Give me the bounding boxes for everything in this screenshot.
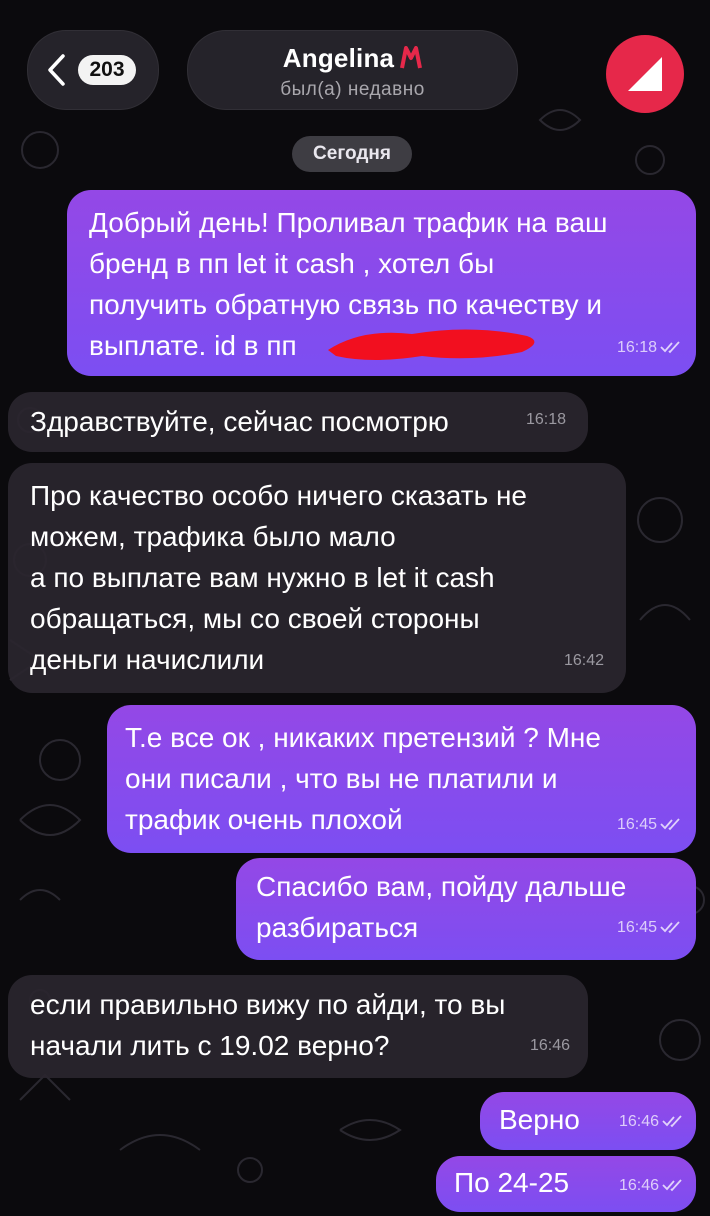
message-meta: 16:46 [619,1101,684,1142]
message-bubble-outgoing[interactable]: По 24-25 16:46 [436,1156,696,1212]
read-receipt-icon [662,1179,682,1192]
chat-title-header[interactable]: Angelina был(а) недавно [187,30,518,110]
contact-name: Angelina [188,43,517,74]
message-text: если правильно вижу по айди, то вы начал… [30,989,506,1061]
back-button[interactable]: 203 [27,30,159,110]
message-meta: 16:46 [619,1165,684,1206]
message-time: 16:46 [618,1177,659,1194]
message-text: Про качество особо ничего сказать не мож… [30,480,527,675]
message-meta: 16:18 [526,399,566,440]
chevron-left-icon [48,54,65,86]
contact-status: был(а) недавно [280,79,425,100]
avatar[interactable] [606,35,684,113]
message-meta: 16:46 [530,1025,570,1066]
brand-emoji-icon [400,46,423,69]
message-bubble-outgoing[interactable]: Верно 16:46 [480,1092,696,1150]
message-text: Спасибо вам, пойду дальше разбираться [256,871,627,943]
message-bubble-outgoing[interactable]: Спасибо вам, пойду дальше разбираться 16… [236,858,696,960]
message-meta: 16:18 [617,327,682,368]
message-time: 16:46 [618,1113,659,1130]
message-meta: 16:42 [564,640,604,681]
contact-name-text: Angelina [282,43,395,73]
message-time: 16:18 [616,339,657,356]
brand-logo-icon [628,57,662,91]
message-bubble-incoming[interactable]: Про качество особо ничего сказать не мож… [8,463,626,693]
message-text: Здравствуйте, сейчас посмотрю [30,406,449,437]
message-bubble-outgoing[interactable]: Т.е все ок , никаких претензий ? Мне они… [107,705,696,853]
date-separator: Сегодня [292,136,412,172]
message-bubble-outgoing[interactable]: Добрый день! Проливал трафик на ваш брен… [67,190,696,376]
message-text: Т.е все ок , никаких претензий ? Мне они… [125,722,601,835]
redaction-mark [328,329,535,360]
message-bubble-incoming[interactable]: Здравствуйте, сейчас посмотрю 16:18 [8,392,588,452]
read-receipt-icon [660,341,680,354]
message-bubble-incoming[interactable]: если правильно вижу по айди, то вы начал… [8,975,588,1078]
read-receipt-icon [662,1115,682,1128]
message-time: 16:46 [529,1037,570,1054]
unread-count-badge: 203 [78,55,136,85]
message-meta: 16:45 [617,804,682,845]
message-time: 16:42 [563,652,604,669]
message-meta: 16:45 [617,907,682,948]
read-receipt-icon [660,921,680,934]
message-time: 16:45 [616,919,657,936]
read-receipt-icon [660,818,680,831]
message-time: 16:18 [525,411,566,428]
message-time: 16:45 [616,816,657,833]
